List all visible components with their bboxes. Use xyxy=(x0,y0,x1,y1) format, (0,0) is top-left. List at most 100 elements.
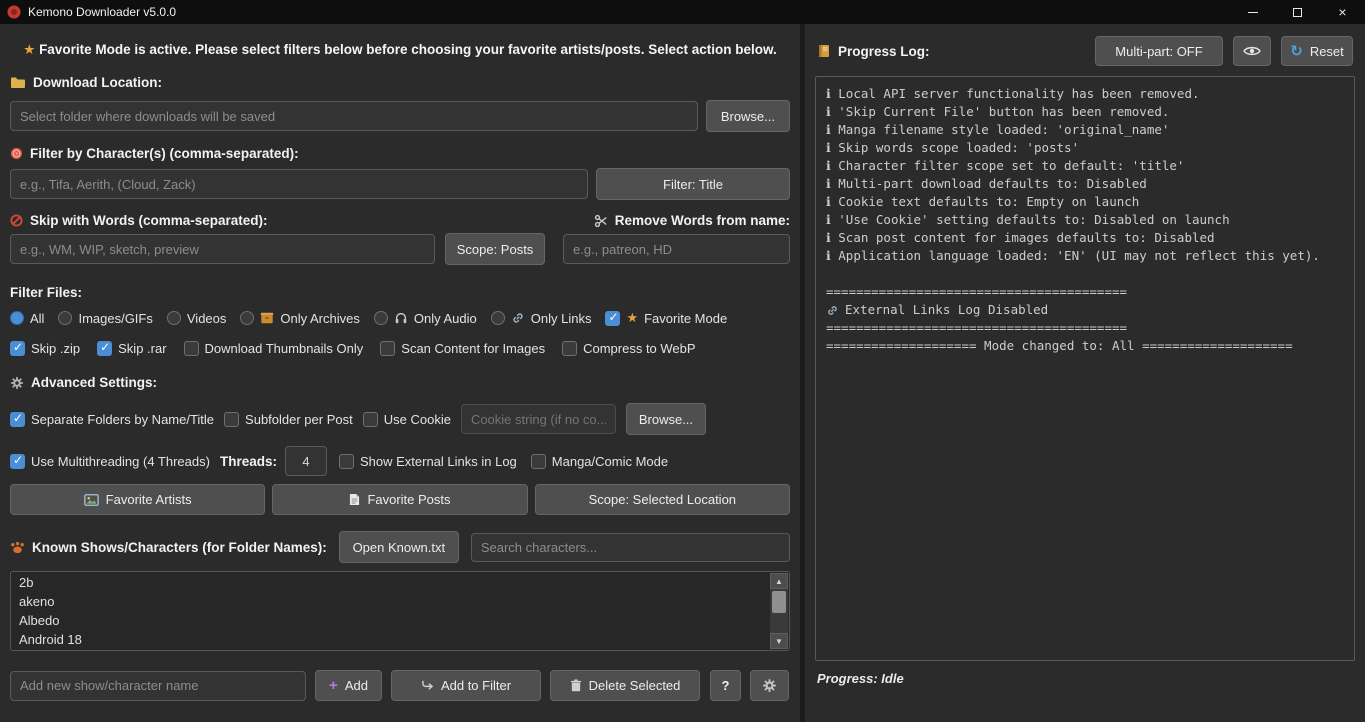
radio-label: Images/GIFs xyxy=(78,311,152,326)
checkbox-use-cookie[interactable]: Use Cookie xyxy=(363,412,451,427)
checkbox-scan-content[interactable]: Scan Content for Images xyxy=(380,341,545,356)
advanced-settings-text: Advanced Settings: xyxy=(31,375,157,390)
progress-log-output[interactable]: ℹ Local API server functionality has bee… xyxy=(815,76,1355,661)
favorite-scope-button[interactable]: Scope: Selected Location xyxy=(535,484,790,515)
checkbox-label: Scan Content for Images xyxy=(401,341,545,356)
reset-label: Reset xyxy=(1310,44,1344,59)
list-scrollbar[interactable]: ▲ ▼ xyxy=(770,573,788,649)
radio-only-audio[interactable]: Only Audio xyxy=(374,311,477,326)
window-title: Kemono Downloader v5.0.0 xyxy=(28,5,176,19)
radio-images-gifs[interactable]: Images/GIFs xyxy=(58,311,152,326)
log-line: ℹ Local API server functionality has bee… xyxy=(826,85,1344,103)
checkbox-download-thumbnails[interactable]: Download Thumbnails Only xyxy=(184,341,364,356)
list-item[interactable]: Android 18 xyxy=(11,630,789,649)
checkbox-box xyxy=(184,341,199,356)
checkbox-multithreading[interactable]: Use Multithreading (4 Threads) xyxy=(10,454,210,469)
open-known-txt-button[interactable]: Open Known.txt xyxy=(339,531,459,563)
checkbox-compress-webp[interactable]: Compress to WebP xyxy=(562,341,695,356)
add-label: Add xyxy=(345,678,368,693)
checkbox-subfolder-per-post[interactable]: Subfolder per Post xyxy=(224,412,353,427)
download-location-label: Download Location: xyxy=(10,75,790,90)
scrollbar-thumb[interactable] xyxy=(772,591,786,613)
character-filter-scope-button[interactable]: Filter: Title xyxy=(596,168,790,200)
checkbox-label: Use Multithreading (4 Threads) xyxy=(31,454,210,469)
list-item[interactable]: 2b xyxy=(11,573,789,592)
add-character-input[interactable] xyxy=(10,671,306,701)
multipart-toggle-button[interactable]: Multi-part: OFF xyxy=(1095,36,1223,66)
radio-only-links[interactable]: Only Links xyxy=(491,311,592,326)
list-item[interactable]: Android 21 xyxy=(11,649,789,651)
character-filter-text: Filter by Character(s) (comma-separated)… xyxy=(30,146,299,161)
list-item[interactable]: akeno xyxy=(11,592,789,611)
checkbox-box xyxy=(224,412,239,427)
remove-words-input[interactable] xyxy=(563,234,790,264)
eye-toggle-button[interactable] xyxy=(1233,36,1271,66)
titlebar: Kemono Downloader v5.0.0 × xyxy=(0,0,1365,24)
skip-words-input[interactable] xyxy=(10,234,435,264)
remove-words-label: Remove Words from name: xyxy=(594,213,790,228)
known-characters-list[interactable]: 2b akeno Albedo Android 18 Android 21 ▲ … xyxy=(10,571,790,651)
log-book-icon xyxy=(817,44,831,58)
download-location-input[interactable] xyxy=(10,101,698,131)
log-line: ℹ Application language loaded: 'EN' (UI … xyxy=(826,247,1344,265)
headphones-icon xyxy=(394,311,408,325)
favorite-artists-button[interactable]: Favorite Artists xyxy=(10,484,265,515)
add-button[interactable]: +Add xyxy=(315,670,382,701)
cookie-string-input[interactable] xyxy=(461,404,616,434)
maximize-button[interactable] xyxy=(1275,0,1320,24)
document-icon xyxy=(349,493,360,506)
list-item[interactable]: Albedo xyxy=(11,611,789,630)
scrollbar-track[interactable] xyxy=(770,589,788,633)
log-line: ℹ Character filter scope set to default:… xyxy=(826,157,1344,175)
checkbox-favorite-mode[interactable]: ★Favorite Mode xyxy=(605,310,727,326)
favorite-posts-button[interactable]: Favorite Posts xyxy=(272,484,527,515)
checkbox-box xyxy=(10,454,25,469)
log-line: ℹ Skip words scope loaded: 'posts' xyxy=(826,139,1344,157)
scroll-down-icon[interactable]: ▼ xyxy=(770,633,788,649)
scroll-up-icon[interactable]: ▲ xyxy=(770,573,788,589)
filter-files-checkboxes: Skip .zip Skip .rar Download Thumbnails … xyxy=(10,341,790,356)
maximize-icon xyxy=(1293,8,1302,17)
checkbox-label: Subfolder per Post xyxy=(245,412,353,427)
checkbox-separate-folders[interactable]: Separate Folders by Name/Title xyxy=(10,412,214,427)
favorite-mode-banner: ★ Favorite Mode is active. Please select… xyxy=(10,42,790,58)
delete-selected-button[interactable]: Delete Selected xyxy=(550,670,700,701)
download-browse-button[interactable]: Browse... xyxy=(706,100,790,132)
folder-icon xyxy=(10,76,26,89)
checkbox-label: Manga/Comic Mode xyxy=(552,454,668,469)
cookie-browse-button[interactable]: Browse... xyxy=(626,403,706,435)
checkbox-show-external-links[interactable]: Show External Links in Log xyxy=(339,454,517,469)
threads-input[interactable] xyxy=(285,446,327,476)
skip-scope-button[interactable]: Scope: Posts xyxy=(445,233,545,265)
threads-label: Threads: xyxy=(220,454,277,469)
log-line: ℹ Cookie text defaults to: Empty on laun… xyxy=(826,193,1344,211)
minimize-button[interactable] xyxy=(1230,0,1275,24)
radio-all[interactable]: All xyxy=(10,311,44,326)
minimize-icon xyxy=(1248,12,1258,13)
close-button[interactable]: × xyxy=(1320,0,1365,24)
checkbox-box xyxy=(380,341,395,356)
checkbox-label: Use Cookie xyxy=(384,412,451,427)
radio-videos[interactable]: Videos xyxy=(167,311,227,326)
link-icon xyxy=(511,311,525,325)
skip-words-text: Skip with Words (comma-separated): xyxy=(30,213,268,228)
radio-only-archives[interactable]: Only Archives xyxy=(240,311,359,326)
character-search-input[interactable] xyxy=(471,533,790,562)
multipart-label: Multi-part: OFF xyxy=(1115,44,1202,59)
checkbox-box xyxy=(10,341,25,356)
archive-icon xyxy=(260,311,274,325)
checkbox-skip-zip[interactable]: Skip .zip xyxy=(10,341,80,356)
radio-label: Only Archives xyxy=(280,311,359,326)
checkbox-manga-mode[interactable]: Manga/Comic Mode xyxy=(531,454,668,469)
checkbox-skip-rar[interactable]: Skip .rar xyxy=(97,341,166,356)
log-line xyxy=(826,265,1344,283)
log-line: ℹ Multi-part download defaults to: Disab… xyxy=(826,175,1344,193)
checkbox-box xyxy=(339,454,354,469)
radio-label: Only Audio xyxy=(414,311,477,326)
settings-button[interactable] xyxy=(750,670,789,701)
filter-files-label: Filter Files: xyxy=(10,285,790,300)
reset-button[interactable]: ↻Reset xyxy=(1281,36,1353,66)
help-button[interactable]: ? xyxy=(710,670,741,701)
add-to-filter-button[interactable]: Add to Filter xyxy=(391,670,541,701)
character-filter-input[interactable] xyxy=(10,169,588,199)
